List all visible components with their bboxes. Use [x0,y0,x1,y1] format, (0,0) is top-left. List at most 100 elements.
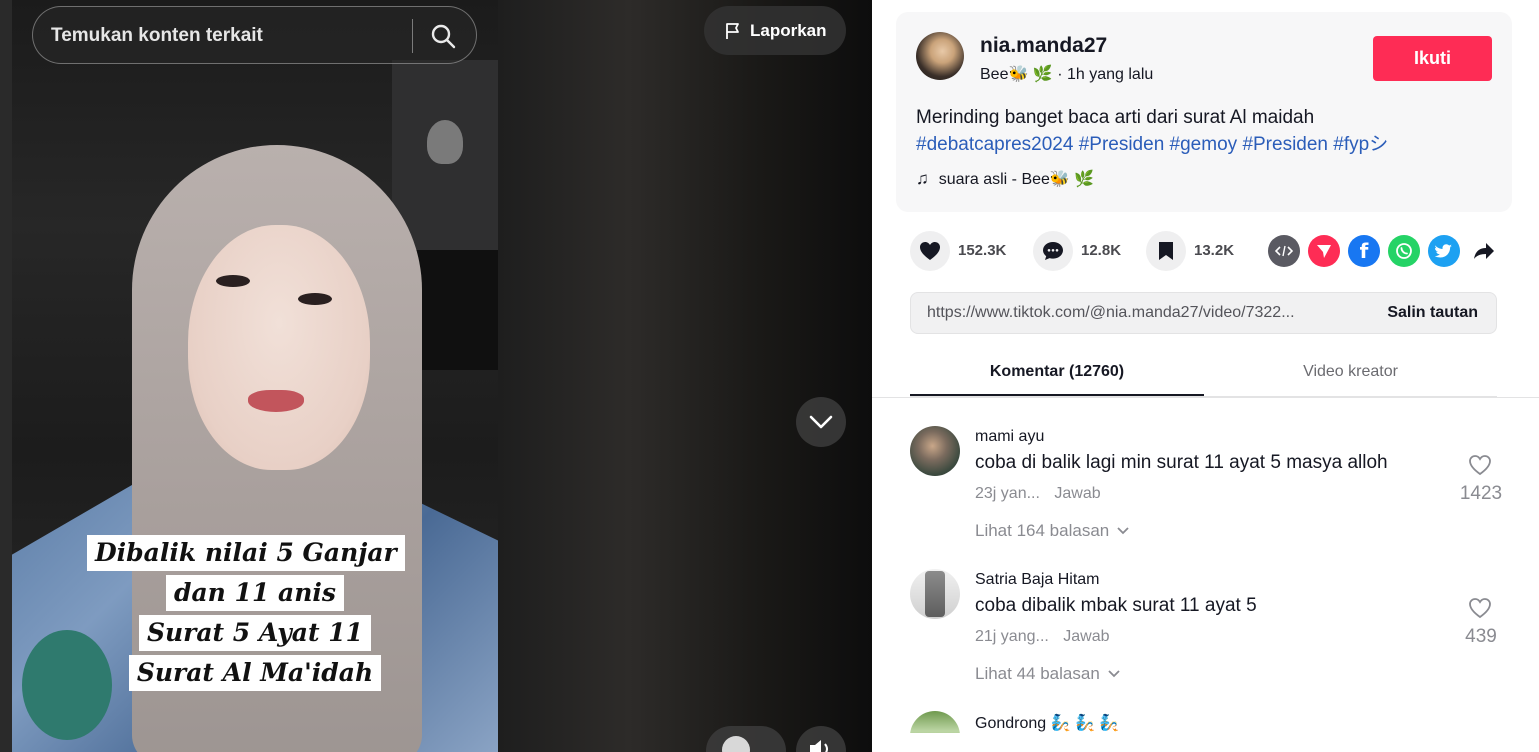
hashtag-link[interactable]: #Presiden [1079,134,1165,155]
reply-button[interactable]: Jawab [1054,485,1100,502]
reply-button[interactable]: Jawab [1063,628,1109,645]
caption-line: Surat 5 Ayat 11 [138,615,372,651]
save-count: 13.2K [1194,242,1235,259]
details-panel: nia.manda27 Bee🐝 🌿 · 1h yang lalu Ikuti … [872,0,1539,752]
hashtag-link[interactable]: #fypシ [1333,134,1388,155]
search-divider [412,19,413,53]
comment-username[interactable]: Satria Baja Hitam [975,571,1100,589]
heart-outline-icon [1469,598,1491,619]
share-arrow-icon [1474,243,1494,259]
comment-username[interactable]: mami ayu [975,428,1044,446]
scrollbar[interactable] [1532,0,1539,300]
author-card: nia.manda27 Bee🐝 🌿 · 1h yang lalu Ikuti … [896,12,1512,212]
astronaut-figurine [427,120,463,164]
avatar[interactable] [910,426,960,476]
like-button[interactable] [910,231,950,271]
whatsapp-share-button[interactable] [1388,235,1420,267]
comment-count: 12.8K [1081,242,1122,259]
view-replies-label: Lihat 164 balasan [975,521,1110,540]
comment-button[interactable] [1033,231,1073,271]
related-search-box[interactable] [32,6,477,64]
comment-item: mami ayu coba di balik lagi min surat 11… [910,426,1510,556]
eye-left [216,275,250,287]
autoscroll-toggle[interactable] [706,726,786,752]
author-subline: Bee🐝 🌿 · 1h yang lalu [980,64,1153,84]
heart-icon [920,242,940,260]
like-count: 152.3K [958,242,1007,259]
next-video-button[interactable] [796,397,846,447]
video-frame[interactable]: Dibalik nilai 5 Ganjar dan 11 anis Surat… [12,0,498,752]
hashtag-link[interactable]: #gemoy [1170,134,1238,155]
comment-like-count: 1423 [1459,483,1503,504]
report-button[interactable]: Laporkan [704,6,846,55]
more-share-button[interactable] [1468,235,1500,267]
chevron-down-icon [1117,527,1129,535]
search-icon[interactable] [430,23,456,49]
send-to-friends-button[interactable] [1308,235,1340,267]
comment-like-button[interactable] [1458,597,1502,624]
video-url: https://www.tiktok.com/@nia.manda27/vide… [927,304,1295,321]
tab-creator-videos[interactable]: Video kreator [1204,363,1497,381]
bottom-fade [872,733,1539,752]
avatar[interactable] [910,569,960,619]
caption-line: Surat Al Ma'idah [128,655,382,691]
comment-icon [1043,242,1063,260]
action-bar: 152.3K 12.8K 13.2K f [910,231,1510,271]
music-title: suara asli - Bee🐝 🌿 [938,171,1095,188]
music-note-icon: ♫ [916,169,929,188]
chevron-down-icon [809,415,833,429]
comment-like-count: 439 [1465,626,1497,647]
comment-time: 21j yang... [975,628,1049,645]
music-link[interactable]: ♫ suara asli - Bee🐝 🌿 [916,169,1094,189]
divider [872,397,1539,398]
author-username[interactable]: nia.manda27 [980,34,1107,58]
hashtag-link[interactable]: #debatcapres2024 [916,134,1073,155]
face [188,225,370,470]
view-replies-button[interactable]: Lihat 164 balasan [975,521,1129,541]
volume-icon [810,740,828,752]
avatar[interactable] [916,32,964,80]
facebook-share-button[interactable]: f [1348,235,1380,267]
video-link-box: https://www.tiktok.com/@nia.manda27/vide… [910,292,1497,334]
embed-button[interactable] [1268,235,1300,267]
send-to-friends-icon [1317,245,1331,258]
twitter-share-button[interactable] [1428,235,1460,267]
follow-button[interactable]: Ikuti [1373,36,1492,81]
comment-username[interactable]: Gondrong 🧞 🧞 🧞 [975,713,1119,733]
autoscroll-icon [722,736,750,752]
comment-tabs: Komentar (12760) Video kreator [910,349,1497,397]
tiktok-video-page: Dibalik nilai 5 Ganjar dan 11 anis Surat… [0,0,1539,752]
whatsapp-icon [1396,243,1412,259]
avatar-image [925,571,945,617]
twitter-icon [1435,243,1452,257]
caption-line: Dibalik nilai 5 Ganjar [87,535,405,571]
video-player-area: Dibalik nilai 5 Ganjar dan 11 anis Surat… [0,0,872,752]
comment-meta: 21j yang... Jawab [975,628,1110,646]
chevron-down-icon [1108,670,1120,678]
post-description: Merinding banget baca arti dari surat Al… [916,104,1496,158]
comment-time: 23j yan... [975,485,1040,502]
embed-icon [1275,245,1293,257]
comment-item: Satria Baja Hitam coba dibalik mbak sura… [910,569,1510,699]
tab-comments[interactable]: Komentar (12760) [910,363,1204,381]
save-button[interactable] [1146,231,1186,271]
hashtag-link[interactable]: #Presiden [1242,134,1328,155]
post-time: · 1h yang lalu [1057,66,1154,83]
heart-outline-icon [1469,455,1491,476]
comment-like-button[interactable] [1458,454,1502,481]
flag-icon [726,22,739,39]
view-replies-button[interactable]: Lihat 44 balasan [975,664,1120,684]
comment-meta: 23j yan... Jawab [975,485,1101,503]
hashtag-list: #debatcapres2024 #Presiden #gemoy #Presi… [916,131,1496,158]
left-edge [0,0,12,752]
caption-line: dan 11 anis [166,575,344,611]
report-label: Laporkan [750,20,827,40]
description-text: Merinding banget baca arti dari surat Al… [916,107,1315,128]
active-tab-indicator [910,394,1204,396]
bookmark-icon [1159,242,1173,260]
search-input[interactable] [51,23,391,49]
view-replies-label: Lihat 44 balasan [975,664,1100,683]
copy-link-button[interactable]: Salin tautan [1387,304,1478,322]
video-caption-overlay: Dibalik nilai 5 Ganjar dan 11 anis Surat… [12,535,498,695]
comment-text: coba di balik lagi min surat 11 ayat 5 m… [975,452,1388,473]
